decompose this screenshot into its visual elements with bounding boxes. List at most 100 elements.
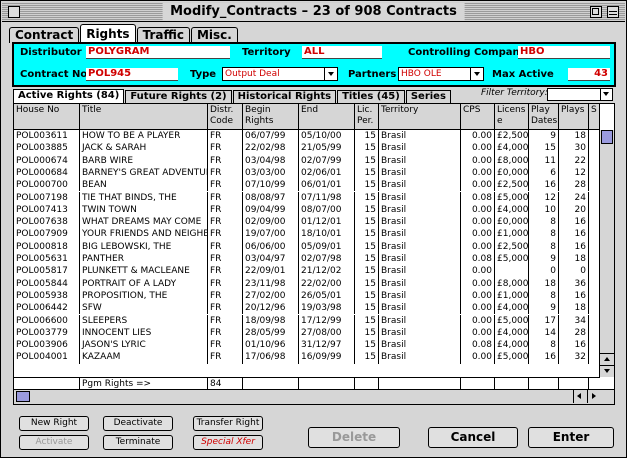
cell-house-no: POL000818 xyxy=(14,240,80,253)
max-active-field[interactable]: 43 xyxy=(568,68,610,81)
close-icon[interactable] xyxy=(8,6,20,18)
table-row[interactable]: POL005844 PORTRAIT OF A LADY FR 23/11/98 22/… xyxy=(14,277,600,290)
column-header-territory[interactable]: Territory xyxy=(379,104,461,130)
vertical-scrollbar[interactable] xyxy=(599,130,614,377)
contract-no-field[interactable]: POL945 xyxy=(86,68,178,81)
zoom-icon[interactable] xyxy=(590,6,602,18)
partners-label: Partners xyxy=(348,69,397,80)
cell-end: 06/01/01 xyxy=(299,179,355,192)
partners-select[interactable]: HBO OLE xyxy=(398,67,484,81)
controlling-company-label: Controlling Company xyxy=(408,47,527,58)
distributor-field[interactable]: POLYGRAM xyxy=(86,46,230,59)
cell-lic-per: 15 xyxy=(355,339,379,352)
table-row[interactable]: POL003906 JASON'S LYRIC FR 01/10/96 31/12/97… xyxy=(14,339,600,352)
cell-distr-code: FR xyxy=(208,265,243,278)
transfer-right-button[interactable]: Transfer Right xyxy=(193,416,263,431)
cell-play-dates: 8 xyxy=(529,216,559,229)
subtab-active-rights[interactable]: Active Rights (84) xyxy=(13,89,125,103)
filter-territory-select[interactable] xyxy=(547,88,613,101)
cell-house-no: POL005844 xyxy=(14,277,80,290)
territory-field[interactable]: ALL xyxy=(302,46,382,59)
new-right-button[interactable]: New Right xyxy=(19,416,89,431)
column-header-begin-rights[interactable]: Begin Rights xyxy=(243,104,299,130)
subtab-titles[interactable]: Titles (45) xyxy=(337,90,405,103)
subtab-series[interactable]: Series xyxy=(405,90,451,103)
column-header-title[interactable]: Title xyxy=(80,104,208,130)
column-header-license[interactable]: Licens e xyxy=(495,104,529,130)
type-select[interactable]: Output Deal xyxy=(222,67,338,81)
cell-house-no: POL000684 xyxy=(14,166,80,180)
cell-distr-code: FR xyxy=(208,191,243,204)
deactivate-button[interactable]: Deactivate xyxy=(103,416,173,431)
enter-button[interactable]: Enter xyxy=(528,427,614,448)
table-row[interactable]: POL004001 KAZAAM FR 17/06/98 16/09/99 15 Brasi… xyxy=(14,351,600,364)
table-row[interactable]: POL003779 INNOCENT LIES FR 28/05/99 27/08/00… xyxy=(14,326,600,340)
table-row[interactable]: POL007909 YOUR FRIENDS AND NEIGHBO FR 19/07… xyxy=(14,228,600,241)
cell-distr-code: FR xyxy=(208,216,243,229)
cell-cps: 0.00 xyxy=(461,277,495,290)
table-row[interactable]: POL003611 HOW TO BE A PLAYER FR 06/07/99 05/… xyxy=(14,130,600,143)
column-header-play-dates[interactable]: Play Dates xyxy=(529,104,559,130)
delete-button[interactable]: Delete xyxy=(308,427,400,448)
cell-title: JASON'S LYRIC xyxy=(80,339,208,352)
column-header-distr-code[interactable]: Distr. Code xyxy=(208,104,243,130)
table-row[interactable]: POL005817 PLUNKETT & MACLEANE FR 22/09/01 21… xyxy=(14,265,600,278)
cell-title: INNOCENT LIES xyxy=(80,326,208,340)
cell-lic-per: 15 xyxy=(355,253,379,266)
table-row[interactable]: POL003885 JACK & SARAH FR 22/02/98 21/05/99 1… xyxy=(14,142,600,155)
column-header-lic-per[interactable]: Lic. Per. xyxy=(355,104,379,130)
tab-rights[interactable]: Rights xyxy=(80,24,136,43)
title-bar[interactable]: Modify_Contracts – 23 of 908 Contracts xyxy=(2,2,625,22)
table-body[interactable]: POL003611 HOW TO BE A PLAYER FR 06/07/99 05/… xyxy=(14,130,600,376)
column-header-cps[interactable]: CPS xyxy=(461,104,495,130)
table-row[interactable]: POL007413 TWIN TOWN FR 09/04/99 08/07/00 15 Br… xyxy=(14,203,600,217)
cell-plays: 12 xyxy=(559,166,589,180)
column-header-end[interactable]: End xyxy=(299,104,355,130)
cell-end: 19/03/98 xyxy=(299,302,355,315)
table-row[interactable]: POL006442 SFW FR 20/12/96 19/03/98 15 Brasil 0.… xyxy=(14,302,600,315)
activate-button[interactable]: Activate xyxy=(19,435,89,450)
table-row[interactable]: POL007198 TIE THAT BINDS, THE FR 08/08/97 07… xyxy=(14,191,600,204)
cell-license: £5,000 xyxy=(497,351,529,364)
cell-title: PLUNKETT & MACLEANE xyxy=(80,265,208,278)
table-row[interactable]: POL006600 SLEEPERS FR 18/09/98 17/12/99 15 Bra… xyxy=(14,314,600,327)
partners-select-value: HBO OLE xyxy=(401,69,442,79)
column-header-house-no[interactable]: House No xyxy=(14,104,80,130)
subtab-historical-rights[interactable]: Historical Rights xyxy=(232,90,337,103)
special-xfer-button[interactable]: Special Xfer xyxy=(193,435,263,450)
tab-misc[interactable]: Misc. xyxy=(190,27,238,43)
table-row[interactable]: POL007638 WHAT DREAMS MAY COME FR 02/09/00 0… xyxy=(14,216,600,229)
column-header-plays[interactable]: Plays xyxy=(559,104,589,130)
cell-house-no: POL007638 xyxy=(14,216,80,229)
scroll-up-icon[interactable] xyxy=(600,353,614,365)
cell-lic-per: 15 xyxy=(355,289,379,303)
cell-play-dates: 15 xyxy=(529,142,559,155)
cell-begin-rights: 02/09/00 xyxy=(243,216,299,229)
scroll-left-icon[interactable] xyxy=(573,390,586,403)
terminate-button[interactable]: Terminate xyxy=(103,435,173,450)
horizontal-scrollbar[interactable] xyxy=(14,389,614,404)
cell-title: JACK & SARAH xyxy=(80,142,208,155)
scroll-thumb[interactable] xyxy=(16,391,30,402)
table-row[interactable]: POL000684 BARNEY'S GREAT ADVENTUR FR 03/03/… xyxy=(14,166,600,180)
column-header-s[interactable]: S xyxy=(589,104,600,130)
table-row[interactable]: POL005938 PROPOSITION, THE FR 27/02/00 26/05… xyxy=(14,289,600,303)
cell-territory: Brasil xyxy=(379,339,461,352)
cell-play-dates: 0 xyxy=(529,265,559,278)
cancel-button[interactable]: Cancel xyxy=(428,427,518,448)
collapse-icon[interactable] xyxy=(607,6,619,18)
scroll-right-icon[interactable] xyxy=(587,390,600,403)
scroll-down-icon[interactable] xyxy=(600,365,614,377)
controlling-company-field[interactable]: HBO xyxy=(518,46,610,59)
table-row[interactable]: POL000700 BEAN FR 07/10/99 06/01/01 15 Brasil 0… xyxy=(14,179,600,192)
table-row[interactable]: POL000818 BIG LEBOWSKI, THE FR 06/06/00 05/0… xyxy=(14,240,600,253)
cell-begin-rights: 28/05/99 xyxy=(243,326,299,340)
subtab-future-rights[interactable]: Future Rights (2) xyxy=(125,90,232,103)
tab-contract[interactable]: Contract xyxy=(9,27,80,43)
scroll-thumb[interactable] xyxy=(601,130,613,144)
tab-traffic[interactable]: Traffic xyxy=(136,27,190,43)
table-row[interactable]: POL005631 PANTHER FR 03/04/97 02/07/98 15 Bras… xyxy=(14,253,600,266)
cell-title: BEAN xyxy=(80,179,208,192)
table-row[interactable]: POL000674 BARB WIRE FR 03/04/98 02/07/99 15 Br… xyxy=(14,154,600,167)
cell-house-no: POL000700 xyxy=(14,179,80,192)
